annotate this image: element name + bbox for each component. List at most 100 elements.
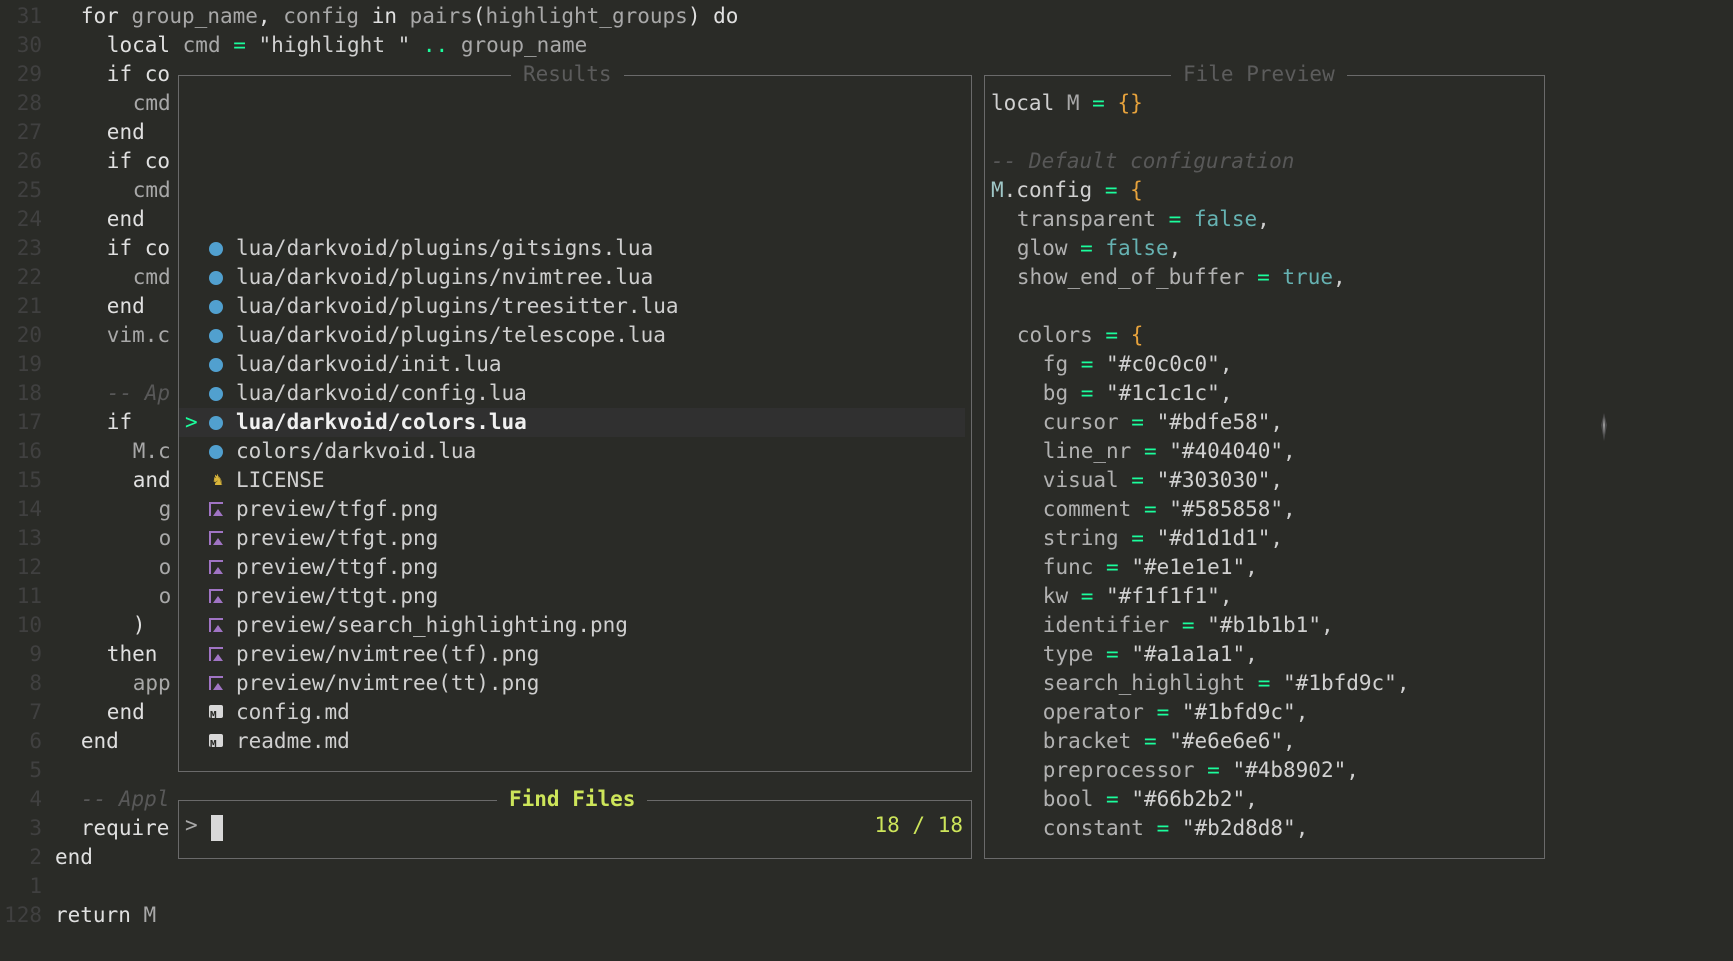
code-token: colors	[1016, 323, 1093, 347]
code-token: ,	[1219, 584, 1233, 608]
code-text: and	[133, 466, 171, 495]
line-number: 24	[16, 207, 42, 231]
result-filename: colors/darkvoid.lua	[236, 439, 477, 463]
code-token: o	[158, 526, 172, 550]
code-token: ,	[1283, 439, 1296, 463]
result-item[interactable]: lua/darkvoid/init.lua	[179, 350, 965, 379]
preview-line: colors = {	[1017, 321, 1143, 350]
line-number: 31	[16, 4, 42, 28]
result-item[interactable]: lua/darkvoid/config.lua	[179, 379, 965, 408]
result-item[interactable]: preview/tfgt.png	[179, 524, 965, 553]
line-number: 11	[16, 584, 42, 608]
code-text: end	[81, 727, 119, 756]
line-number: 14	[16, 497, 42, 521]
code-token: app	[132, 671, 171, 695]
code-text: if co	[107, 147, 170, 176]
result-item[interactable]: lua/darkvoid/plugins/gitsigns.lua	[179, 234, 965, 263]
lua-file-icon	[209, 300, 223, 314]
result-item[interactable]: preview/tfgf.png	[179, 495, 965, 524]
code-token: require	[80, 816, 170, 840]
image-file-icon	[209, 589, 223, 603]
code-token: ,	[1346, 758, 1359, 782]
code-token: =	[1155, 207, 1194, 231]
code-token: ,	[1295, 816, 1309, 840]
result-item[interactable]: preview/nvimtree(tt).png	[179, 669, 965, 698]
image-file-icon	[209, 502, 223, 516]
result-filename: preview/search_highlighting.png	[236, 613, 628, 637]
prompt-panel: Find Files > 18 / 18	[178, 785, 972, 859]
result-filename: readme.md	[236, 729, 350, 753]
image-file-icon	[209, 676, 223, 690]
code-token: =	[1067, 236, 1106, 260]
line-number: 128	[4, 903, 42, 927]
code-token: .config	[1003, 178, 1093, 202]
result-item[interactable]: > lua/darkvoid/colors.lua	[179, 408, 965, 437]
preview-line: local M = {}	[991, 89, 1143, 118]
result-item[interactable]: preview/nvimtree(tf).png	[179, 640, 965, 669]
result-item[interactable]: lua/darkvoid/plugins/telescope.lua	[179, 321, 965, 350]
code-text: for group_name, config in pairs(highligh…	[81, 2, 739, 31]
result-item[interactable]: lua/darkvoid/plugins/treesitter.lua	[179, 292, 965, 321]
code-token: identifier	[1042, 613, 1170, 637]
result-item[interactable]: readme.md	[179, 727, 965, 759]
code-token: "#66b2b2"	[1131, 787, 1246, 811]
result-filename: lua/darkvoid/config.lua	[236, 381, 527, 405]
code-token: constant	[1042, 816, 1144, 840]
code-token: =	[1068, 381, 1107, 405]
code-token: ,	[1219, 352, 1233, 376]
preview-line: search_highlight = "#1bfd9c",	[1043, 669, 1410, 698]
result-count: 18 / 18	[874, 813, 963, 837]
result-item[interactable]: colors/darkvoid.lua	[179, 437, 965, 466]
code-token: "#4b8902"	[1232, 758, 1347, 782]
selection-caret: >	[185, 410, 198, 434]
line-number: 15	[16, 468, 42, 492]
lua-file-icon	[209, 387, 223, 401]
code-token: "#404040"	[1169, 439, 1284, 463]
prompt-input[interactable]	[211, 811, 771, 840]
code-token: for	[80, 4, 132, 28]
code-token: =	[1093, 555, 1132, 579]
prompt-title: Find Files	[497, 785, 648, 813]
code-token: false	[1105, 236, 1169, 260]
code-text: o	[159, 582, 172, 611]
code-token: ,	[1270, 468, 1284, 492]
mouse-pointer-icon	[1601, 413, 1607, 441]
code-token: "#b2d8d8"	[1181, 816, 1296, 840]
line-number: 13	[16, 526, 42, 550]
preview-line: fg = "#c0c0c0",	[1043, 350, 1233, 379]
result-item[interactable]: config.md	[179, 698, 965, 730]
code-token: {	[1130, 178, 1143, 202]
code-token: cmd	[132, 265, 171, 289]
text-cursor	[211, 815, 223, 841]
code-token: -- Default configuration	[991, 149, 1295, 173]
code-token: =	[1244, 265, 1283, 289]
code-text: o	[159, 524, 172, 553]
image-file-icon	[209, 647, 223, 661]
line-number: 2	[29, 845, 42, 869]
code-token: =	[1092, 323, 1131, 347]
code-token: "#585858"	[1169, 497, 1284, 521]
code-text: cmd	[133, 263, 171, 292]
code-token: "#bdfe58"	[1156, 410, 1271, 434]
result-item[interactable]: preview/ttgt.png	[179, 582, 965, 611]
code-text: if co	[107, 60, 170, 89]
code-token: ,	[1295, 700, 1309, 724]
code-text: end	[107, 205, 145, 234]
image-file-icon	[209, 560, 223, 574]
code-text: require	[81, 814, 170, 843]
code-token: cursor	[1042, 410, 1119, 434]
lua-file-icon	[209, 358, 223, 372]
result-item[interactable]: ♞ LICENSE	[179, 466, 965, 495]
result-item[interactable]: preview/search_highlighting.png	[179, 611, 965, 640]
code-text: cmd	[133, 176, 171, 205]
code-token: ,	[1270, 410, 1284, 434]
code-token: =	[1093, 787, 1132, 811]
code-token: cmd	[132, 178, 171, 202]
result-item[interactable]: lua/darkvoid/plugins/nvimtree.lua	[179, 263, 965, 292]
code-token: {	[1130, 323, 1144, 347]
code-token: g	[158, 497, 172, 521]
result-item[interactable]: preview/ttgf.png	[179, 553, 965, 582]
code-token: highlight_groups	[485, 4, 688, 28]
line-number: 7	[29, 700, 42, 724]
code-token: end	[55, 845, 93, 869]
